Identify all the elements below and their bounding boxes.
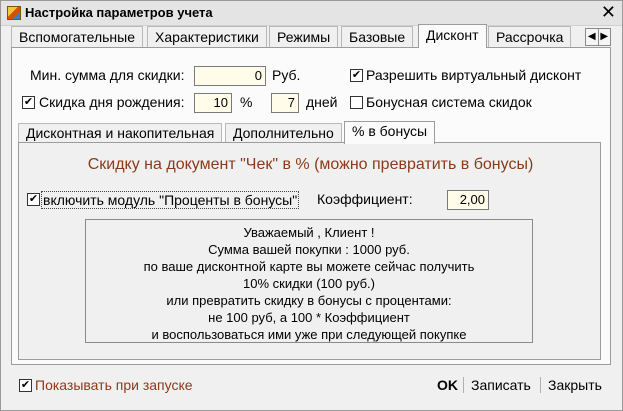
birthday-days-input[interactable]: 7 — [271, 93, 299, 113]
coefficient-input[interactable]: 2,00 — [447, 190, 489, 210]
message-line: и воспользоваться ими уже при следующей … — [151, 327, 467, 342]
message-line: не 100 руб, а 100 * Коэффициент — [208, 310, 410, 325]
virtual-discount-checkbox[interactable]: ✔ — [350, 69, 363, 82]
bonus-heading: Скидку на документ "Чек" в % (можно прев… — [87, 156, 534, 173]
tab-installment[interactable]: Рассрочка — [488, 26, 572, 47]
message-line: Сумма вашей покупки : 1000 руб. — [208, 242, 410, 257]
tab-characteristics[interactable]: Характеристики — [147, 26, 267, 47]
ok-button[interactable]: OK — [437, 377, 458, 393]
tab-modes[interactable]: Режимы — [269, 26, 339, 47]
message-line: или превратить скидку в бонусы с процент… — [166, 293, 452, 308]
birthday-discount-label: Скидка дня рождения: — [39, 94, 185, 110]
close-button[interactable]: Закрыть — [548, 377, 602, 393]
close-icon[interactable]: ✕ — [601, 2, 616, 22]
scroll-left-icon[interactable]: ◀ — [586, 29, 598, 45]
module-checkbox[interactable]: ✔ — [27, 193, 40, 206]
tab-basic[interactable]: Базовые — [341, 26, 414, 47]
bonus-subpanel: Скидку на документ "Чек" в % (можно прев… — [18, 142, 601, 360]
message-line: 10% скидки (100 руб.) — [243, 276, 375, 291]
birthday-percent-input[interactable]: 10 — [194, 93, 232, 113]
message-line: по ваше дисконтной карте вы можете сейча… — [143, 259, 475, 274]
footer-divider — [463, 377, 464, 393]
subtab-discount-cumulative[interactable]: Дисконтная и накопительная — [18, 123, 223, 143]
birthday-discount-checkbox[interactable]: ✔ — [22, 96, 35, 109]
subtab-percent-to-bonus[interactable]: % в бонусы — [344, 121, 436, 144]
title-bar: Настройка параметров учета ✕ — [1, 1, 622, 26]
bonus-system-label: Бонусная система скидок — [366, 94, 532, 110]
tab-auxiliary[interactable]: Вспомогательные — [11, 26, 144, 47]
show-on-start-label: Показывать при запуске — [35, 377, 193, 393]
customer-message-preview: Уважаемый , Клиент ! Сумма вашей покупки… — [85, 219, 533, 343]
min-sum-input[interactable]: 0 — [194, 66, 266, 86]
days-label: дней — [306, 94, 338, 110]
show-on-start-checkbox[interactable]: ✔ — [19, 379, 32, 392]
min-sum-label: Мин. сумма для скидки: — [30, 67, 185, 83]
save-button[interactable]: Записать — [471, 377, 531, 393]
settings-window: Настройка параметров учета ✕ Вспомогател… — [0, 0, 623, 411]
module-label[interactable]: включить модуль "Проценты в бонусы" — [41, 191, 300, 209]
tab-scroll-buttons: ◀ ▶ — [585, 28, 611, 46]
app-icon — [7, 6, 21, 20]
virtual-discount-label: Разрешить виртуальный дисконт — [366, 67, 582, 83]
footer-divider — [540, 377, 541, 393]
scroll-right-icon[interactable]: ▶ — [597, 29, 611, 45]
message-line: Уважаемый , Клиент ! — [243, 225, 375, 240]
percent-label: % — [240, 94, 253, 110]
bonus-system-checkbox[interactable] — [350, 96, 363, 109]
window-title: Настройка параметров учета — [25, 5, 213, 20]
tab-discount[interactable]: Дисконт — [418, 24, 487, 48]
currency-label: Руб. — [272, 67, 301, 83]
subtab-additional[interactable]: Дополнительно — [225, 123, 342, 143]
coefficient-label: Коэффициент: — [317, 191, 413, 207]
